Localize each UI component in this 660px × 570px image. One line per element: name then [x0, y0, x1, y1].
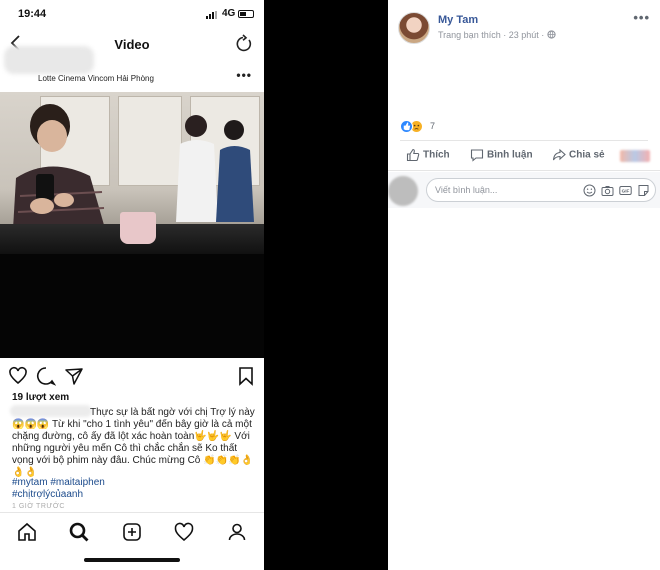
- refresh-icon[interactable]: [234, 34, 254, 54]
- divider: [388, 170, 660, 171]
- like-reaction-icon: [400, 120, 413, 133]
- emoji-icon[interactable]: [583, 184, 596, 197]
- activity-icon[interactable]: [173, 521, 195, 543]
- hashtag-line[interactable]: #chịtrợlýcủaanh: [12, 489, 105, 501]
- facebook-panel: My Tam Trang bạn thích · 23 phút · ••• 7…: [388, 0, 660, 570]
- search-icon[interactable]: [68, 521, 90, 543]
- comment-input[interactable]: Viết bình luận... GIF: [426, 178, 656, 202]
- avatar: [388, 176, 418, 206]
- divider: [400, 140, 648, 141]
- like-button[interactable]: Thích: [406, 148, 450, 162]
- heart-icon[interactable]: [8, 366, 28, 386]
- share-arrow-icon: [552, 148, 566, 161]
- post-meta-text: Trang bạn thích · 23 phút ·: [438, 30, 547, 40]
- instagram-panel: 19:44 4G Video Lotte Cinema Vincom Hải P…: [0, 0, 264, 570]
- like-label: Thích: [423, 149, 450, 161]
- hashtag-line[interactable]: #mytam #maitaiphen: [12, 477, 105, 489]
- camera-icon[interactable]: [601, 184, 614, 197]
- view-count[interactable]: 19 lượt xem: [12, 392, 69, 403]
- post-time: 1 GIỜ TRƯỚC: [12, 503, 65, 510]
- cup-decor: [120, 212, 156, 244]
- share-button[interactable]: Chia sẻ: [552, 148, 605, 162]
- more-icon[interactable]: •••: [236, 68, 252, 82]
- status-bar: 19:44 4G: [0, 0, 264, 28]
- background-people: [176, 115, 254, 222]
- thumbs-up-icon: [406, 148, 420, 162]
- tab-bar: [0, 512, 264, 556]
- home-indicator: [84, 558, 180, 562]
- post-video[interactable]: [0, 92, 264, 358]
- comment-label: Bình luận: [487, 149, 533, 161]
- home-icon[interactable]: [16, 521, 38, 543]
- share-label: Chia sẻ: [569, 149, 605, 161]
- page-name[interactable]: My Tam: [438, 14, 478, 26]
- more-icon[interactable]: •••: [633, 10, 650, 25]
- post-header: Lotte Cinema Vincom Hải Phòng •••: [0, 62, 264, 92]
- add-icon[interactable]: [121, 521, 143, 543]
- globe-icon: [547, 30, 556, 39]
- post-actions: [0, 362, 264, 388]
- comment-placeholder: Viết bình luận...: [435, 185, 498, 195]
- sticker-icon[interactable]: [637, 184, 650, 197]
- blurred-avatar-stack: [620, 150, 650, 162]
- share-icon[interactable]: [64, 366, 84, 386]
- caption-text: Thực sự là bất ngờ với chị Trợ lý này😱😱😱…: [12, 407, 255, 478]
- gif-icon[interactable]: GIF: [619, 184, 632, 197]
- signal-icon: [206, 11, 220, 19]
- comment-icon[interactable]: [36, 366, 57, 386]
- profile-icon[interactable]: [226, 521, 248, 543]
- post-location[interactable]: Lotte Cinema Vincom Hải Phòng: [38, 74, 154, 83]
- avatar[interactable]: [398, 12, 430, 44]
- post-caption: Thực sự là bất ngờ với chị Trợ lý này😱😱😱…: [12, 407, 258, 479]
- svg-text:GIF: GIF: [622, 189, 630, 194]
- reaction-count: 7: [430, 121, 436, 131]
- status-time: 19:44: [18, 8, 47, 20]
- battery-icon: [238, 10, 254, 18]
- post-meta: Trang bạn thích · 23 phút ·: [438, 30, 556, 40]
- window-decor: [118, 96, 182, 186]
- comment-button[interactable]: Bình luận: [470, 148, 533, 162]
- comment-composer: Viết bình luận... GIF: [388, 172, 660, 208]
- bookmark-icon[interactable]: [236, 366, 256, 386]
- hashtags: #mytam #maitaiphen #chịtrợlýcủaanh: [12, 477, 105, 501]
- screenshot-stage: 19:44 4G Video Lotte Cinema Vincom Hải P…: [0, 0, 660, 570]
- video-frame: [0, 92, 264, 254]
- comment-icon: [470, 149, 484, 162]
- network-label: 4G: [222, 8, 236, 19]
